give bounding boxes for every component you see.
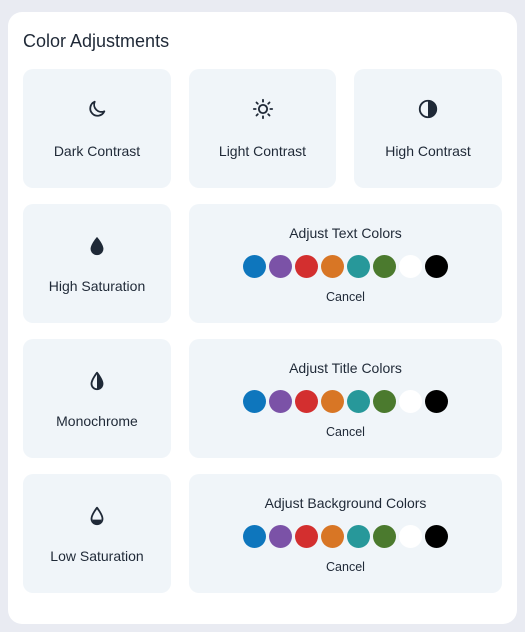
text-colors-cancel-button[interactable]: Cancel — [189, 289, 502, 305]
swatch-green[interactable] — [373, 525, 396, 548]
monochrome-label: Monochrome — [56, 413, 138, 429]
text-colors-title: Adjust Text Colors — [289, 225, 402, 241]
swatch-blue[interactable] — [243, 525, 266, 548]
dark-contrast-label: Dark Contrast — [53, 143, 141, 159]
swatch-white[interactable] — [399, 390, 422, 413]
sun-icon — [251, 97, 275, 121]
swatch-red[interactable] — [295, 255, 318, 278]
dark-contrast-button[interactable]: Dark Contrast — [23, 69, 171, 188]
high-contrast-button[interactable]: High Contrast — [354, 69, 502, 188]
text-colors-card: Adjust Text Colors Cancel — [189, 204, 502, 323]
swatch-green[interactable] — [373, 390, 396, 413]
high-saturation-label: High Saturation — [48, 278, 146, 294]
text-color-swatches — [189, 255, 502, 278]
title-color-swatches — [189, 390, 502, 413]
monochrome-button[interactable]: Monochrome — [23, 339, 171, 458]
light-contrast-button[interactable]: Light Contrast — [189, 69, 336, 188]
half-drop-icon — [85, 369, 109, 393]
high-saturation-button[interactable]: High Saturation — [23, 204, 171, 323]
swatch-teal[interactable] — [347, 255, 370, 278]
title-colors-title: Adjust Title Colors — [289, 360, 402, 376]
swatch-black[interactable] — [425, 390, 448, 413]
swatch-teal[interactable] — [347, 390, 370, 413]
title-colors-cancel-button[interactable]: Cancel — [189, 424, 502, 440]
title-colors-card: Adjust Title Colors Cancel — [189, 339, 502, 458]
background-colors-card: Adjust Background Colors Cancel — [189, 474, 502, 593]
moon-icon — [85, 97, 109, 121]
swatch-black[interactable] — [425, 255, 448, 278]
background-colors-cancel-button[interactable]: Cancel — [189, 559, 502, 575]
swatch-purple[interactable] — [269, 390, 292, 413]
swatch-green[interactable] — [373, 255, 396, 278]
swatch-purple[interactable] — [269, 525, 292, 548]
background-colors-title: Adjust Background Colors — [264, 495, 427, 511]
high-contrast-label: High Contrast — [385, 143, 471, 159]
color-adjustments-panel: Color Adjustments Dark Contrast Light Co — [8, 12, 517, 624]
swatch-red[interactable] — [295, 525, 318, 548]
swatch-orange[interactable] — [321, 390, 344, 413]
swatch-blue[interactable] — [243, 390, 266, 413]
swatch-white[interactable] — [399, 525, 422, 548]
swatch-teal[interactable] — [347, 525, 370, 548]
swatch-blue[interactable] — [243, 255, 266, 278]
panel-title: Color Adjustments — [23, 31, 170, 51]
swatch-white[interactable] — [399, 255, 422, 278]
low-saturation-button[interactable]: Low Saturation — [23, 474, 171, 593]
swatch-red[interactable] — [295, 390, 318, 413]
swatch-black[interactable] — [425, 525, 448, 548]
outline-drop-icon — [85, 504, 109, 528]
filled-drop-icon — [85, 234, 109, 258]
swatch-orange[interactable] — [321, 255, 344, 278]
low-saturation-label: Low Saturation — [50, 548, 144, 564]
background-color-swatches — [189, 525, 502, 548]
swatch-purple[interactable] — [269, 255, 292, 278]
swatch-orange[interactable] — [321, 525, 344, 548]
half-circle-icon — [416, 97, 440, 121]
light-contrast-label: Light Contrast — [218, 143, 307, 159]
